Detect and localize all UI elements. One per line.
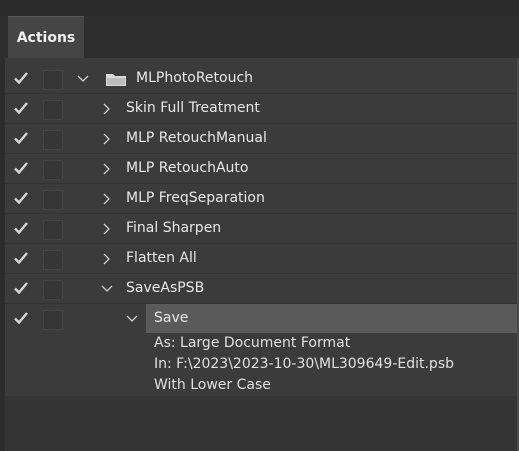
chevron-right-icon[interactable]	[101, 161, 113, 175]
action-set-label: MLPhotoRetouch	[136, 70, 254, 86]
toggle-dialog-box[interactable]	[43, 160, 63, 180]
action-row[interactable]: MLP RetouchManual	[5, 124, 519, 154]
chevron-down-icon[interactable]	[126, 311, 138, 325]
toggle-dialog-box[interactable]	[43, 130, 63, 150]
toggle-dialog-box[interactable]	[43, 280, 63, 300]
detail-option: With Lower Case	[154, 377, 271, 393]
action-row[interactable]: MLP RetouchAuto	[5, 154, 519, 184]
toggle-item-check-icon[interactable]	[13, 250, 29, 266]
detail-path: In: F:\2023\2023-10-30\ML309649-Edit.psb	[154, 356, 454, 372]
toggle-dialog-box[interactable]	[43, 250, 63, 270]
selected-row-highlight	[146, 304, 519, 333]
panel-empty-area	[5, 396, 519, 451]
toggle-item-check-icon[interactable]	[13, 280, 29, 296]
action-label: MLP FreqSeparation	[126, 190, 265, 206]
action-row[interactable]: Skin Full Treatment	[5, 94, 519, 124]
chevron-right-icon[interactable]	[101, 191, 113, 205]
chevron-right-icon[interactable]	[101, 221, 113, 235]
chevron-right-icon[interactable]	[101, 101, 113, 115]
action-row[interactable]: MLP FreqSeparation	[5, 184, 519, 214]
chevron-right-icon[interactable]	[101, 131, 113, 145]
panel-tab-strip: Actions	[0, 16, 519, 59]
toggle-dialog-box[interactable]	[43, 190, 63, 210]
toggle-item-check-icon[interactable]	[13, 220, 29, 236]
action-label: SaveAsPSB	[126, 280, 205, 296]
folder-icon	[105, 72, 127, 87]
chevron-right-icon[interactable]	[101, 251, 113, 265]
action-label: Flatten All	[126, 250, 197, 266]
tab-actions[interactable]: Actions	[8, 16, 84, 59]
action-row[interactable]: SaveAsPSB	[5, 274, 519, 304]
toggle-item-check-icon[interactable]	[13, 160, 29, 176]
toggle-dialog-box[interactable]	[43, 310, 63, 330]
toggle-item-check-icon[interactable]	[13, 70, 29, 86]
action-label: Skin Full Treatment	[126, 100, 260, 116]
toggle-item-check-icon[interactable]	[13, 310, 29, 326]
panel-top-bar	[0, 0, 519, 16]
chevron-down-icon[interactable]	[101, 281, 113, 295]
action-row[interactable]: Flatten All	[5, 244, 519, 274]
toggle-dialog-box[interactable]	[43, 70, 63, 90]
toggle-dialog-box[interactable]	[43, 220, 63, 240]
toggle-item-check-icon[interactable]	[13, 100, 29, 116]
action-label: Final Sharpen	[126, 220, 222, 236]
toggle-item-check-icon[interactable]	[13, 190, 29, 206]
toggle-dialog-box[interactable]	[43, 100, 63, 120]
toggle-item-check-icon[interactable]	[13, 130, 29, 146]
save-command-details: As: Large Document Format In: F:\2023\20…	[154, 333, 454, 396]
detail-format: As: Large Document Format	[154, 335, 351, 351]
action-label: MLP RetouchManual	[126, 130, 267, 146]
chevron-down-icon[interactable]	[77, 71, 89, 85]
action-set-row[interactable]: MLPhotoRetouch	[5, 64, 519, 94]
action-row[interactable]: Final Sharpen	[5, 214, 519, 244]
action-label: MLP RetouchAuto	[126, 160, 249, 176]
command-label: Save	[154, 310, 189, 326]
command-row-save[interactable]: Save	[5, 304, 519, 334]
